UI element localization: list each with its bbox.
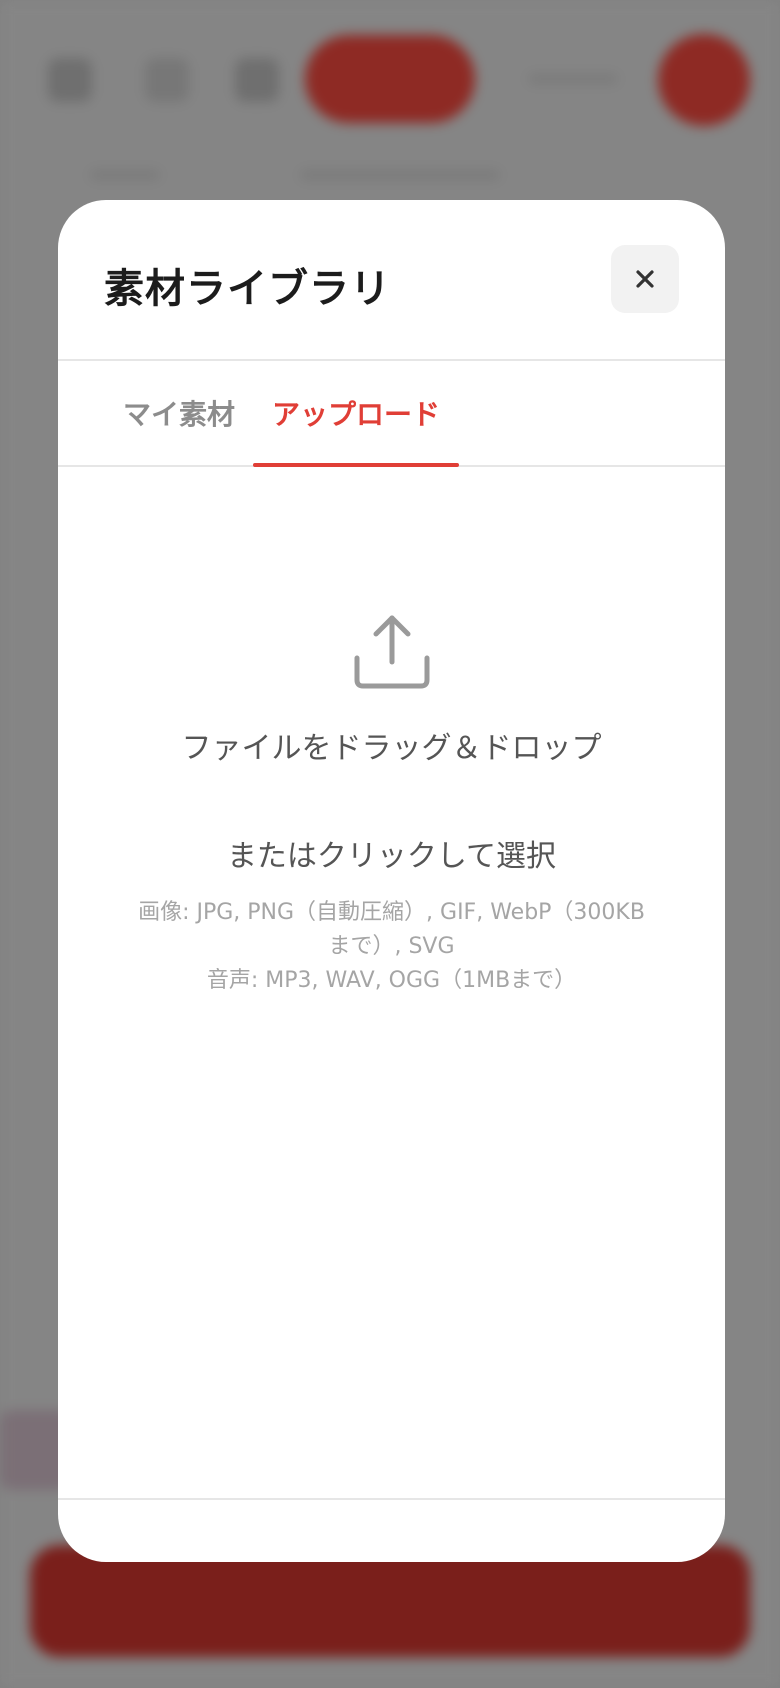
tab-my-assets[interactable]: マイ素材 (104, 361, 254, 465)
upload-dropzone[interactable]: ファイルをドラッグ＆ドロップ またはクリックして選択 画像: JPG, PNG（… (128, 530, 655, 1230)
supported-formats: 画像: JPG, PNG（自動圧縮）, GIF, WebP（300KBまで）, … (128, 896, 655, 998)
active-tab-indicator (253, 463, 459, 467)
footer-divider (58, 1498, 725, 1500)
drop-instruction: ファイルをドラッグ＆ドロップ (181, 731, 602, 766)
upload-icon (354, 615, 430, 689)
background-icon (235, 58, 279, 102)
click-instruction: またはクリックして選択 (226, 839, 557, 874)
background-icon (145, 58, 189, 102)
background-label (528, 74, 618, 84)
modal-title: 素材ライブラリ (104, 266, 391, 312)
background-avatar (658, 34, 750, 126)
close-icon (636, 270, 654, 288)
close-button[interactable] (611, 245, 679, 313)
tab-bar: マイ素材 アップロード (58, 361, 725, 467)
asset-library-modal: 素材ライブラリ マイ素材 アップロード ファイルをドラッグ＆ドロップ またはクリ… (58, 200, 725, 1562)
modal-header: 素材ライブラリ (58, 200, 725, 361)
background-icon (48, 58, 92, 102)
audio-formats: 音声: MP3, WAV, OGG（1MBまで） (206, 968, 577, 993)
tab-upload[interactable]: アップロード (253, 361, 459, 465)
background-primary-pill (305, 35, 475, 123)
background-toolbar (0, 0, 780, 160)
background-label (90, 170, 160, 180)
background-label (300, 170, 500, 180)
image-formats: 画像: JPG, PNG（自動圧縮）, GIF, WebP（300KBまで）, … (138, 900, 645, 959)
